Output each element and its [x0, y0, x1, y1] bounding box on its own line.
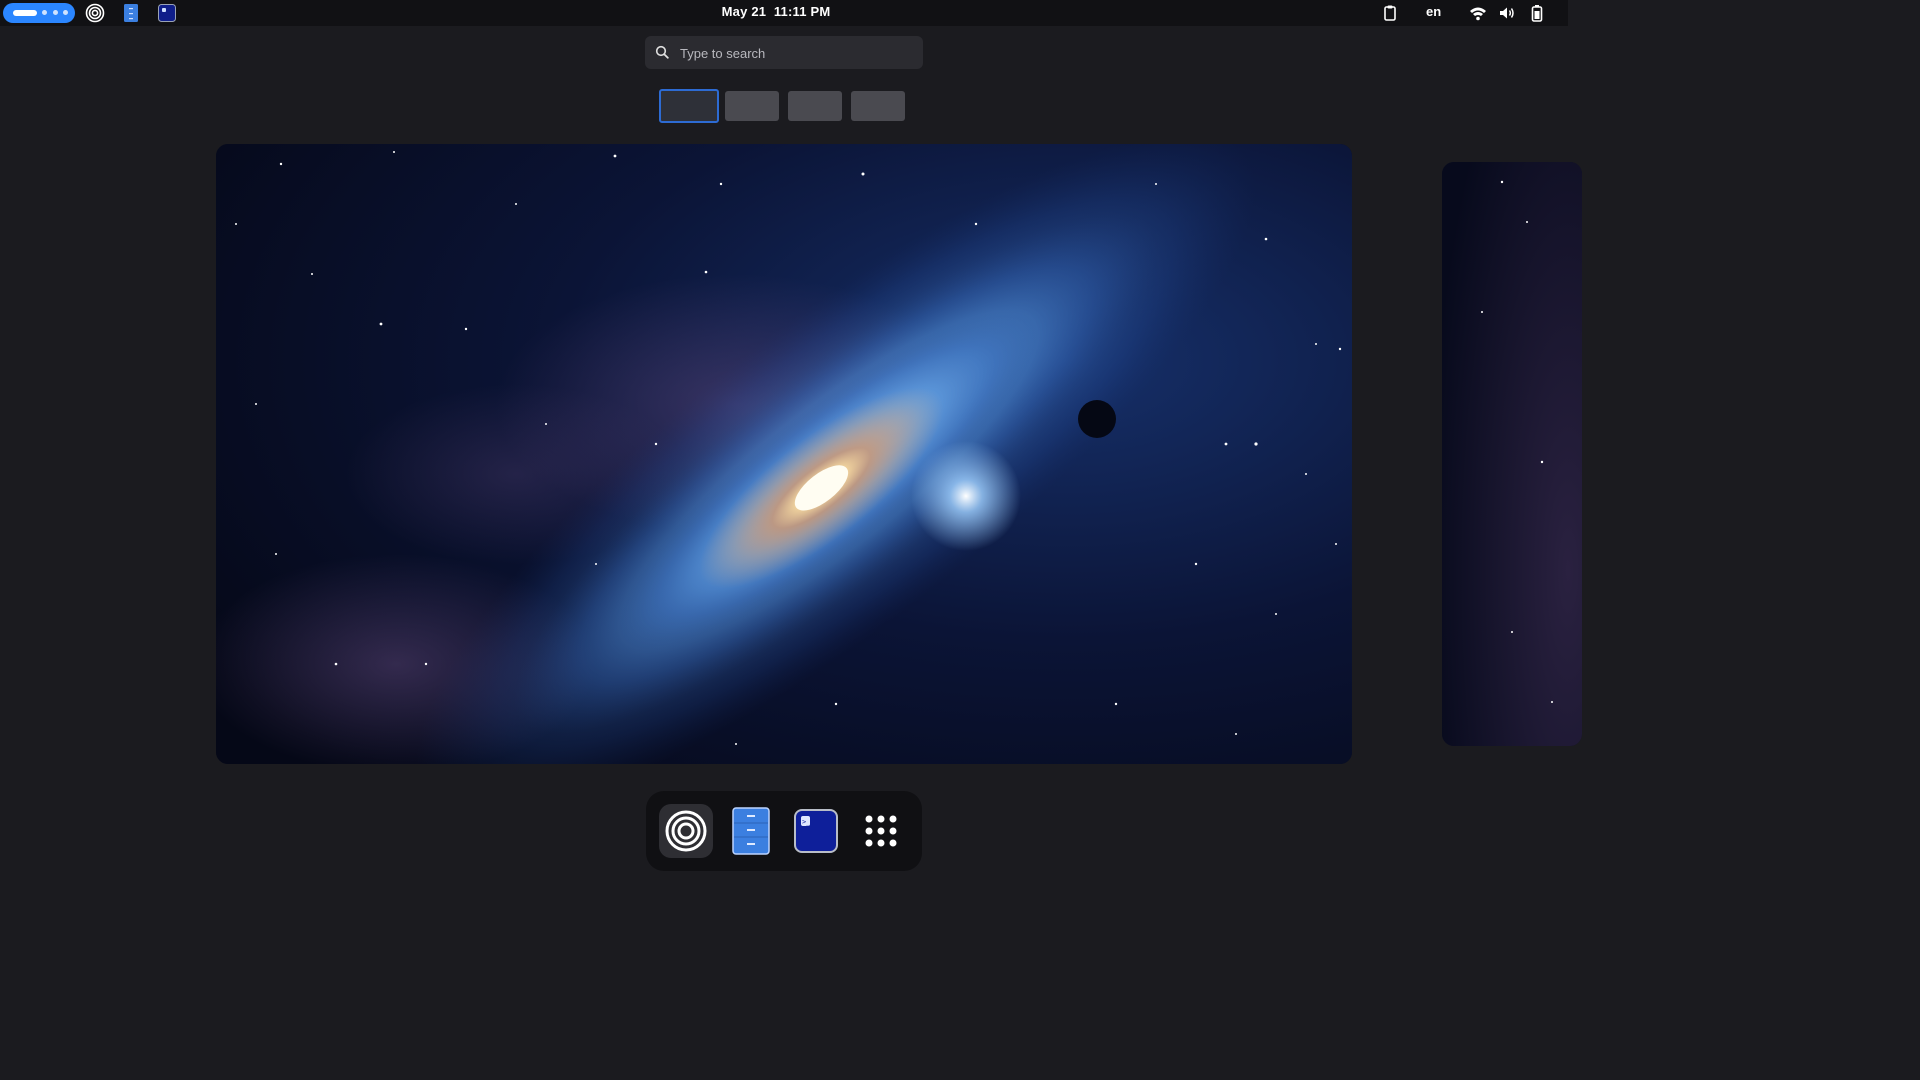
dash-dock: >_ [646, 791, 922, 871]
workspace-dot [53, 10, 58, 15]
dock-item-files[interactable] [724, 804, 778, 858]
dock-item-radio[interactable] [659, 804, 713, 858]
radio-target-icon[interactable] [85, 3, 105, 23]
terminal-window-icon[interactable] [157, 3, 177, 23]
wifi-icon[interactable] [1468, 3, 1488, 23]
top-bar: May 21 11:11 PM en [0, 0, 1568, 26]
workspace-thumbnail-3[interactable] [788, 91, 842, 121]
dock-item-terminal[interactable]: >_ [789, 804, 843, 858]
volume-icon[interactable] [1497, 3, 1517, 23]
battery-icon[interactable] [1527, 3, 1547, 23]
svg-text:>_: >_ [802, 818, 811, 826]
radio-target-icon [659, 810, 713, 862]
workspace-preview[interactable] [216, 144, 1352, 764]
clipboard-icon[interactable] [1380, 3, 1400, 23]
next-workspace-preview[interactable] [1442, 162, 1582, 746]
search-icon [655, 45, 669, 64]
galaxy-wallpaper-partial [1442, 162, 1582, 746]
file-cabinet-icon[interactable] [121, 3, 141, 23]
search-input[interactable] [678, 36, 922, 71]
workspace-thumbnail-4[interactable] [851, 91, 905, 121]
active-workspace-indicator [13, 10, 37, 16]
search-entry[interactable] [645, 36, 923, 71]
workspace-dot [42, 10, 47, 15]
show-apps-button[interactable] [854, 804, 908, 858]
workspace-thumbnail-2[interactable] [725, 91, 779, 121]
app-grid-icon [854, 815, 908, 862]
workspace-thumbnail-1[interactable] [659, 89, 719, 123]
workspace-dot [63, 10, 68, 15]
file-cabinet-icon [724, 807, 778, 862]
clock[interactable]: May 21 11:11 PM [722, 4, 831, 19]
keyboard-layout-indicator[interactable]: en [1426, 4, 1441, 19]
activities-button[interactable] [3, 3, 75, 23]
galaxy-wallpaper [216, 144, 1352, 764]
terminal-window-icon: >_ [789, 809, 843, 862]
